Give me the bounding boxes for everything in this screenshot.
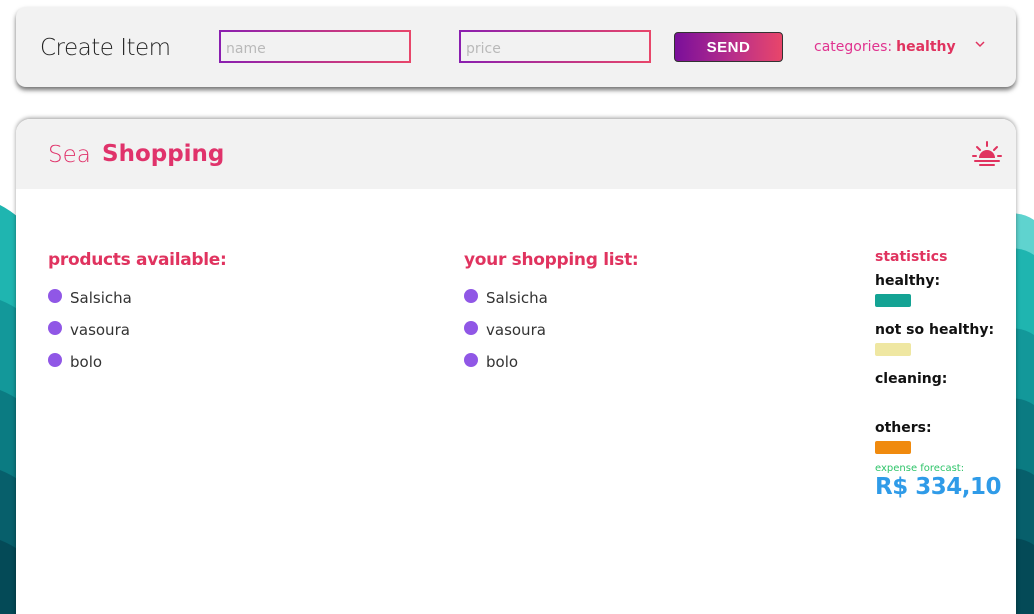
forecast-label: expense forecast:	[875, 463, 965, 474]
list-item[interactable]: bolo	[464, 353, 548, 385]
list-item[interactable]: vasoura	[464, 321, 548, 353]
bullet-icon	[48, 289, 62, 303]
shopping-list-title: your shopping list:	[464, 250, 639, 270]
list-item[interactable]: Salsicha	[464, 289, 548, 321]
forecast-value: R$ 334,10	[875, 474, 1001, 500]
send-button[interactable]: SEND	[674, 32, 783, 62]
bullet-icon	[464, 289, 478, 303]
item-label: Salsicha	[70, 289, 132, 307]
products-available-list: Salsicha vasoura bolo	[48, 289, 132, 385]
bullet-icon	[464, 353, 478, 367]
bullet-icon	[464, 321, 478, 335]
bullet-icon	[48, 321, 62, 335]
statistics-panel: statistics healthy: not so healthy: clea…	[875, 249, 1005, 500]
brand-bold: Shopping	[102, 141, 225, 167]
stat-label: others:	[875, 420, 932, 436]
stat-others: others:	[875, 420, 1005, 463]
name-field[interactable]	[219, 30, 411, 63]
stat-bar	[875, 392, 911, 405]
item-label: bolo	[70, 353, 103, 371]
stat-bar	[875, 343, 911, 356]
stat-not-so-healthy: not so healthy:	[875, 322, 1005, 365]
stat-label: not so healthy:	[875, 322, 995, 338]
price-field[interactable]	[459, 30, 651, 63]
create-item-bar: Create Item SEND categories:healthy	[16, 7, 1016, 87]
categories-label: categories:	[814, 39, 893, 55]
categories-select[interactable]: categories: healthy	[814, 39, 956, 55]
products-available-title: products available:	[48, 250, 227, 270]
list-item[interactable]: Salsicha	[48, 289, 132, 321]
price-input[interactable]	[461, 32, 649, 61]
brand-light: Sea	[48, 142, 91, 168]
statistics-title: statistics	[875, 249, 948, 265]
name-input[interactable]	[221, 32, 409, 61]
main-card: Sea Shopping products available: Salsich…	[16, 119, 1016, 614]
create-item-title: Create Item	[40, 35, 171, 61]
item-label: vasoura	[70, 321, 130, 339]
sun-icon[interactable]	[971, 138, 1003, 170]
categories-value: healthy	[896, 39, 956, 55]
item-label: bolo	[486, 353, 519, 371]
stat-bar	[875, 441, 911, 454]
stat-healthy: healthy:	[875, 273, 1005, 316]
list-item[interactable]: bolo	[48, 353, 132, 385]
item-label: vasoura	[486, 321, 546, 339]
bullet-icon	[48, 353, 62, 367]
stat-cleaning: cleaning:	[875, 371, 1005, 414]
card-header: Sea Shopping	[16, 119, 1016, 189]
list-item[interactable]: vasoura	[48, 321, 132, 353]
chevron-down-icon[interactable]	[975, 40, 985, 48]
shopping-list: Salsicha vasoura bolo	[464, 289, 548, 385]
item-label: Salsicha	[486, 289, 548, 307]
stat-bar	[875, 294, 911, 307]
stat-label: cleaning:	[875, 371, 948, 387]
stat-label: healthy:	[875, 273, 941, 289]
